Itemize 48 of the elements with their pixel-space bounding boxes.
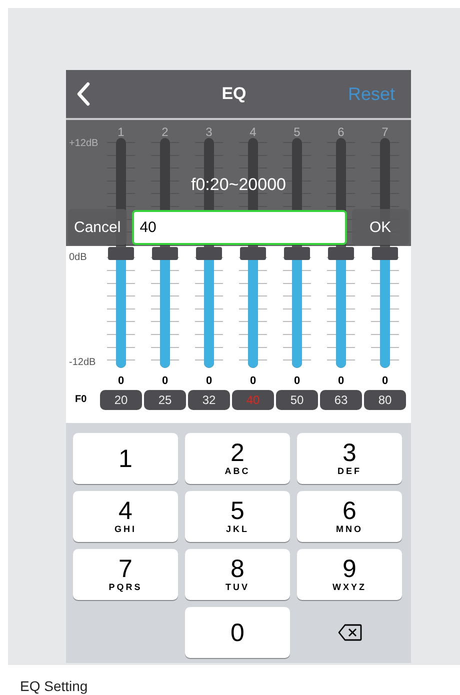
keypad-key[interactable]: 9 WXYZ <box>297 549 402 600</box>
keypad-key[interactable]: 6 MNO <box>297 491 402 542</box>
slider-thumb[interactable] <box>108 247 134 260</box>
frequency-button[interactable]: 50 <box>276 390 318 410</box>
keypad-key[interactable]: 8 TUV <box>185 549 290 600</box>
band-number: 5 <box>292 124 302 138</box>
keypad-key[interactable]: 3 DEF <box>297 433 402 484</box>
screen-title: EQ <box>220 84 248 104</box>
frequency-button[interactable]: 25 <box>144 390 186 410</box>
dialog-title: f0:20~20000 <box>190 175 286 195</box>
frequency-button[interactable]: 80 <box>364 390 406 410</box>
slider-thumb[interactable] <box>240 247 266 260</box>
gain-value: 0 <box>336 374 346 389</box>
scale-label: +12dB <box>69 138 99 149</box>
gain-value: 0 <box>380 374 390 389</box>
frequency-input[interactable]: 40 <box>132 210 347 245</box>
gain-value: 0 <box>116 374 126 389</box>
f0-label: F0 <box>74 393 88 407</box>
keypad-key[interactable]: 7 PQRS <box>73 549 178 600</box>
band-number: 3 <box>204 124 214 138</box>
back-icon[interactable] <box>76 82 90 106</box>
band-number: 4 <box>248 124 258 138</box>
gain-value: 0 <box>248 374 258 389</box>
keypad-key[interactable]: 1 <box>73 433 178 484</box>
band-number: 6 <box>336 124 346 138</box>
slider-thumb[interactable] <box>152 247 178 260</box>
gain-value: 0 <box>204 374 214 389</box>
scale-label: -12dB <box>69 357 97 368</box>
ok-button[interactable]: OK <box>352 209 409 245</box>
frequency-button[interactable]: 32 <box>188 390 230 410</box>
slider-thumb[interactable] <box>328 247 354 260</box>
slider-thumb[interactable] <box>196 247 222 260</box>
cancel-button[interactable]: Cancel <box>68 209 127 245</box>
figure-caption: EQ Setting <box>20 678 89 694</box>
keypad-key[interactable]: 4 GHI <box>73 491 178 542</box>
band-number: 2 <box>160 124 170 138</box>
frequency-button[interactable]: 63 <box>320 390 362 410</box>
backspace-icon[interactable] <box>338 624 362 641</box>
band-number: 1 <box>116 124 126 138</box>
keypad-key[interactable]: 5 JKL <box>185 491 290 542</box>
gain-value: 0 <box>160 374 170 389</box>
slider-thumb[interactable] <box>372 247 398 260</box>
keypad-key[interactable]: 0 <box>185 607 290 658</box>
keypad-key[interactable]: 2 ABC <box>185 433 290 484</box>
gain-value: 0 <box>292 374 302 389</box>
band-number: 7 <box>380 124 390 138</box>
frequency-button[interactable]: 20 <box>100 390 142 410</box>
slider-thumb[interactable] <box>284 247 310 260</box>
